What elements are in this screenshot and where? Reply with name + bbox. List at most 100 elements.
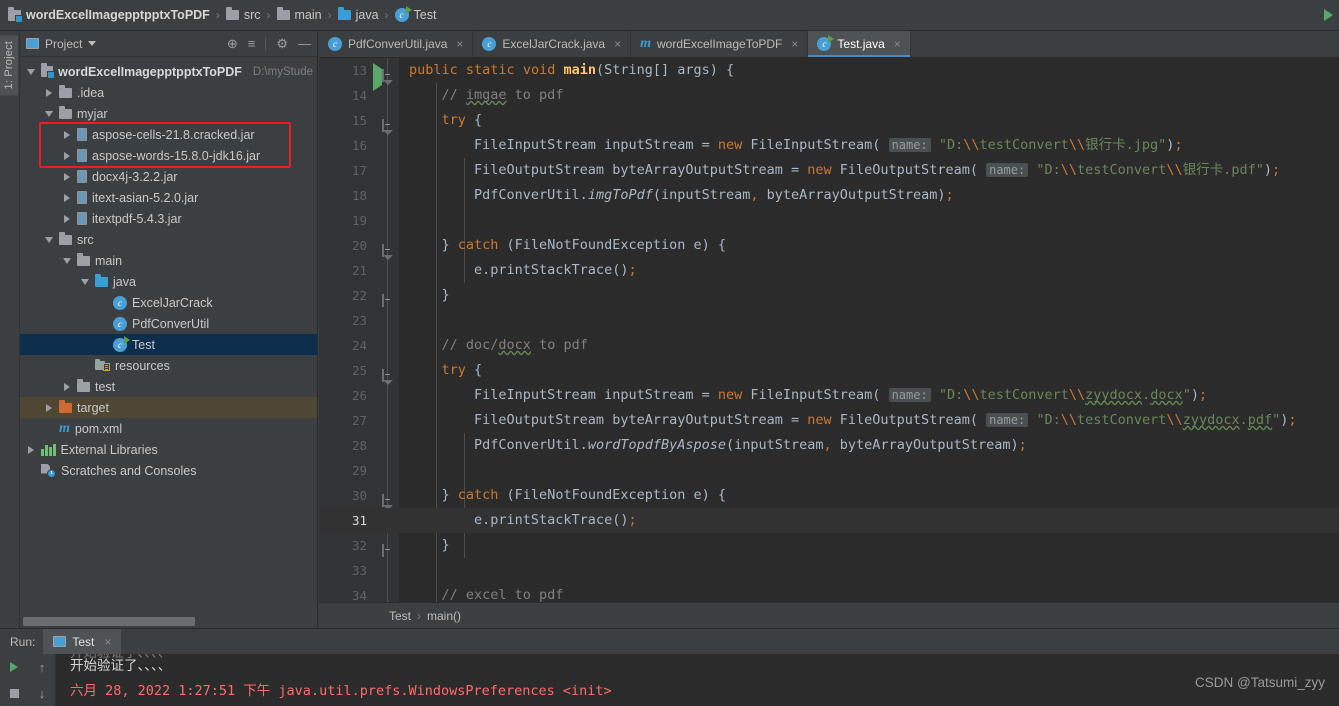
tree-item-target[interactable]: target — [20, 397, 317, 418]
code-line[interactable]: 25 try { — [319, 358, 1339, 383]
tree-twisty-expanded[interactable] — [26, 68, 36, 75]
tree-twisty-expanded[interactable] — [62, 257, 72, 264]
code-line[interactable]: 18 PdfConverUtil.imgToPdf(inputStream, b… — [319, 183, 1339, 208]
editor-tab-pdfconverutil-java[interactable]: c PdfConverUtil.java × — [319, 31, 474, 57]
code-line[interactable]: 28 PdfConverUtil.wordTopdfByAspose(input… — [319, 433, 1339, 458]
code-line[interactable]: 24 // doc/docx to pdf — [319, 333, 1339, 358]
line-number: 16 — [351, 138, 367, 153]
tree-twisty-collapsed[interactable] — [62, 172, 72, 181]
tree-item-test[interactable]: test — [20, 376, 317, 397]
tree-twisty-collapsed[interactable] — [62, 193, 72, 202]
tree-item-idea[interactable]: .idea — [20, 82, 317, 103]
tree-item-aspose-cells-21-8-cracked-jar[interactable]: aspose-cells-21.8.cracked.jar — [20, 124, 317, 145]
tree-item-pom-xml[interactable]: m pom.xml — [20, 418, 317, 439]
code-line[interactable]: 19 — [319, 208, 1339, 233]
collapse-all-icon[interactable]: ≡ — [248, 37, 256, 50]
fold-expanded-icon[interactable] — [382, 238, 394, 257]
tree-twisty-collapsed[interactable] — [44, 403, 54, 412]
fold-expanded-icon[interactable] — [382, 63, 394, 82]
code-line[interactable]: 34 // excel to pdf — [319, 583, 1339, 602]
tree-twisty-expanded[interactable] — [44, 236, 54, 243]
tree-twisty-expanded[interactable] — [80, 278, 90, 285]
project-tree[interactable]: wordExcelImagepptpptxToPDF D:\myStude .ide… — [20, 58, 317, 614]
breadcrumb-test[interactable]: c Test — [394, 6, 436, 22]
breadcrumb-src[interactable]: src — [225, 7, 261, 22]
run-configuration-tab[interactable]: Test × — [43, 629, 122, 654]
close-icon[interactable]: × — [104, 635, 111, 649]
close-icon[interactable]: × — [791, 37, 798, 51]
scroll-up-button[interactable]: ↑ — [39, 661, 46, 674]
locate-icon[interactable]: ⊕ — [227, 37, 238, 50]
code-line[interactable]: 30 } catch (FileNotFoundException e) { — [319, 483, 1339, 508]
breadcrumb-class[interactable]: Test — [389, 609, 411, 623]
close-icon[interactable]: × — [614, 37, 621, 51]
close-icon[interactable]: × — [456, 37, 463, 51]
code-line[interactable]: 32 } — [319, 533, 1339, 558]
tree-twisty-expanded[interactable] — [44, 110, 54, 117]
code-line[interactable]: 27 FileOutputStream byteArrayOutputStrea… — [319, 408, 1339, 433]
tree-item-itext-asian-5-2-0-jar[interactable]: itext-asian-5.2.0.jar — [20, 187, 317, 208]
code-line[interactable]: 31 e.printStackTrace(); — [319, 508, 1339, 533]
code-editor[interactable]: 13 public static void main(String[] args)… — [319, 58, 1339, 602]
line-number: 27 — [351, 413, 367, 428]
breadcrumb-project[interactable]: wordExcelImagepptpptxToPDF — [8, 6, 210, 23]
code-line[interactable]: 14 // imgae to pdf — [319, 83, 1339, 108]
gear-icon[interactable]: ⚙ — [276, 37, 288, 50]
tree-item-resources[interactable]: resources — [20, 355, 317, 376]
code-line[interactable]: 17 FileOutputStream byteArrayOutputStrea… — [319, 158, 1339, 183]
tree-item-aspose-words-15-8-0-jdk16-jar[interactable]: aspose-words-15.8.0-jdk16.jar — [20, 145, 317, 166]
code-line[interactable]: 29 — [319, 458, 1339, 483]
code-line[interactable]: 13 public static void main(String[] args)… — [319, 58, 1339, 91]
tree-item-docx4j-3-2-2-jar[interactable]: docx4j-3.2.2.jar — [20, 166, 317, 187]
hide-icon[interactable]: — — [298, 37, 311, 50]
tree-item-exceljarcrack[interactable]: c ExcelJarCrack — [20, 292, 317, 313]
chevron-down-icon[interactable] — [88, 41, 97, 46]
tool-window-tab-project[interactable]: 1: Project — [0, 35, 18, 96]
tree-twisty-collapsed[interactable] — [62, 382, 72, 391]
tree-item-src[interactable]: src — [20, 229, 317, 250]
tree-item-wordexcelimagepptpptxtopdf[interactable]: wordExcelImagepptpptxToPDF D:\myStude — [20, 61, 317, 82]
code-line[interactable]: 20 } catch (FileNotFoundException e) { — [319, 233, 1339, 258]
project-horizontal-scrollbar[interactable] — [20, 617, 317, 626]
tree-item-myjar[interactable]: myjar — [20, 103, 317, 124]
tree-item-pdfconverutil[interactable]: c PdfConverUtil — [20, 313, 317, 334]
close-icon[interactable]: × — [894, 37, 901, 51]
tree-item-test[interactable]: c Test — [20, 334, 317, 355]
tree-item-main[interactable]: main — [20, 250, 317, 271]
code-line[interactable]: 21 e.printStackTrace(); — [319, 258, 1339, 283]
tree-item-external-libraries[interactable]: External Libraries — [20, 439, 317, 460]
editor-tab-exceljarcrack-java[interactable]: c ExcelJarCrack.java × — [473, 31, 632, 57]
tree-item-itextpdf-5-4-3-jar[interactable]: itextpdf-5.4.3.jar — [20, 208, 317, 229]
editor-tab-wordexcelimagetopdf[interactable]: m wordExcelImageToPDF × — [631, 31, 809, 57]
tree-twisty-collapsed[interactable] — [62, 214, 72, 223]
console-output[interactable]: 开始验证了、、、、 开始验证了、、、、 六月 28, 2022 1:27:51 … — [56, 654, 1339, 706]
breadcrumb-main[interactable]: main — [276, 7, 322, 22]
fold-collapsed-icon[interactable] — [382, 538, 394, 557]
code-line[interactable]: 15 try { — [319, 108, 1339, 133]
scrollbar-thumb[interactable] — [23, 617, 195, 626]
code-line[interactable]: 33 — [319, 558, 1339, 583]
rerun-button[interactable] — [10, 662, 18, 672]
scroll-down-button[interactable]: ↓ — [39, 687, 46, 700]
fold-collapsed-icon[interactable] — [382, 288, 394, 307]
code-line[interactable]: 26 FileInputStream inputStream = new Fil… — [319, 383, 1339, 408]
tree-twisty-collapsed[interactable] — [44, 88, 54, 97]
code-lines[interactable]: 13 public static void main(String[] args)… — [319, 58, 1339, 602]
fold-expanded-icon[interactable] — [382, 363, 394, 382]
tree-item-scratches-and-consoles[interactable]: Scratches and Consoles — [20, 460, 317, 481]
tree-twisty-collapsed[interactable] — [62, 130, 72, 139]
code-line[interactable]: 22 } — [319, 283, 1339, 308]
tree-item-java[interactable]: java — [20, 271, 317, 292]
tree-twisty-collapsed[interactable] — [62, 151, 72, 160]
fold-expanded-icon[interactable] — [382, 113, 394, 132]
breadcrumb-method[interactable]: main() — [427, 609, 461, 623]
fold-expanded-icon[interactable] — [382, 488, 394, 507]
tree-twisty-collapsed[interactable] — [26, 445, 36, 454]
run-icon[interactable] — [1324, 9, 1333, 21]
code-line[interactable]: 16 FileInputStream inputStream = new Fil… — [319, 133, 1339, 158]
code-line[interactable]: 23 — [319, 308, 1339, 333]
project-panel-title-group[interactable]: Project — [26, 37, 97, 51]
breadcrumb-java[interactable]: java — [337, 7, 379, 22]
stop-button[interactable] — [9, 688, 19, 698]
editor-tab-test-java[interactable]: c Test.java × — [808, 31, 911, 57]
